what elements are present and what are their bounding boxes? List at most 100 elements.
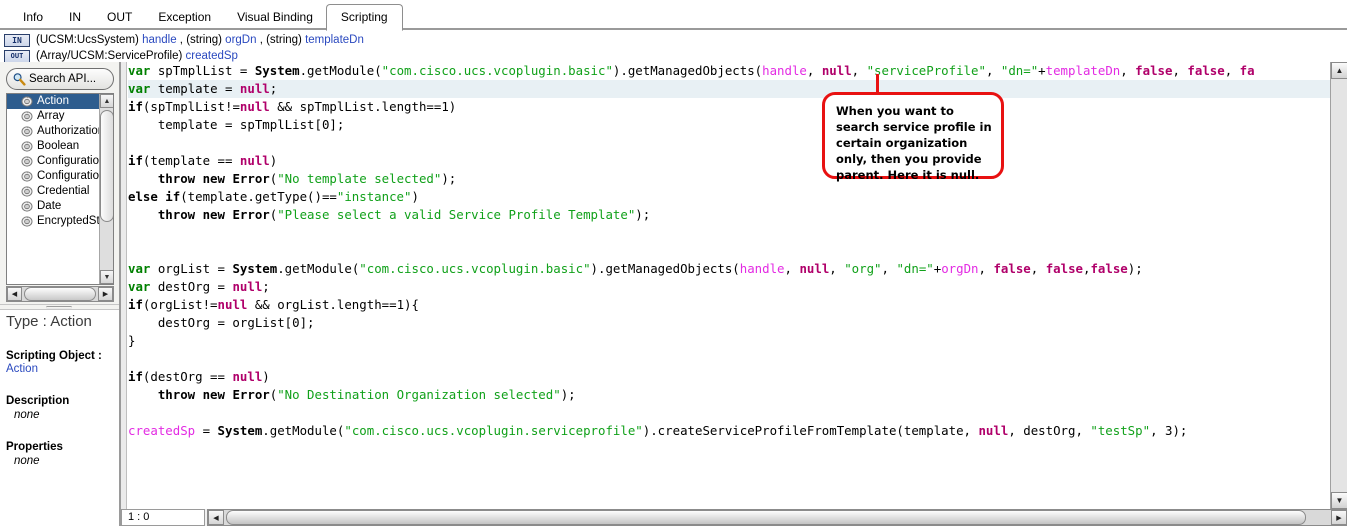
code-token: null <box>239 153 270 168</box>
type-list-item[interactable]: ConfigurationE <box>7 154 113 169</box>
code-token: "instance" <box>336 189 412 204</box>
type-list-item[interactable]: Date <box>7 199 113 214</box>
code-token: , <box>1224 63 1240 78</box>
scripting-type-icon <box>21 96 33 107</box>
code-line[interactable]: } <box>128 332 1334 350</box>
code-line[interactable]: throw new Error("No template selected"); <box>128 170 1334 188</box>
scroll-up-arrow-icon[interactable]: ▲ <box>100 94 113 108</box>
type-list-item[interactable]: Array <box>7 109 113 124</box>
type-title: Type : Action <box>6 313 92 330</box>
code-line[interactable]: var destOrg = null; <box>128 278 1334 296</box>
code-line[interactable]: destOrg = orgList[0]; <box>128 314 1334 332</box>
code-token: ); <box>1127 261 1143 276</box>
scripting-type-icon <box>21 141 33 152</box>
scroll-down-arrow-icon[interactable]: ▼ <box>100 270 113 284</box>
type-list-item[interactable]: Boolean <box>7 139 113 154</box>
code-line[interactable]: var template = null; <box>128 80 1334 98</box>
editor-status-bar: 1 : 0 ◀ ▶ <box>120 509 1347 526</box>
code-token: false <box>1187 63 1225 78</box>
code-line[interactable]: if(orgList!=null && orgList.length==1){ <box>128 296 1334 314</box>
search-icon <box>12 72 26 86</box>
input-param-token-2: , (string) <box>176 34 226 46</box>
input-param-token-1[interactable]: handle <box>142 34 177 46</box>
code-line[interactable]: var spTmplList = System.getModule("com.c… <box>128 62 1334 80</box>
scripting-editor-window: Info IN OUT Exception Visual Binding Scr… <box>0 0 1347 526</box>
editor-hscroll-thumb[interactable] <box>226 510 1306 525</box>
type-list-item-label: Date <box>37 200 62 212</box>
scripting-object-value[interactable]: Action <box>6 363 113 375</box>
tab-visual-binding[interactable]: Visual Binding <box>224 4 326 30</box>
tab-list: Info IN OUT Exception Visual Binding Scr… <box>10 1 403 31</box>
type-list-scroll-thumb[interactable] <box>100 110 113 222</box>
editor-scroll-right-arrow-icon[interactable]: ▶ <box>1331 510 1347 525</box>
code-line[interactable] <box>128 224 1334 242</box>
output-param-token-0: (Array/UCSM:ServiceProfile) <box>36 50 186 62</box>
type-list-vertical-scrollbar[interactable]: ▲ ▼ <box>99 94 113 284</box>
code-token: && spTmplList.length==1) <box>269 99 457 114</box>
scroll-right-arrow-icon[interactable]: ▶ <box>98 287 113 301</box>
code-token: ) <box>269 153 278 168</box>
tab-out[interactable]: OUT <box>94 4 145 30</box>
input-param-token-5[interactable]: templateDn <box>305 34 364 46</box>
code-line[interactable]: createdSp = System.getModule("com.cisco.… <box>128 422 1334 440</box>
tab-scripting[interactable]: Scripting <box>325 4 403 31</box>
code-line[interactable]: throw new Error("No Destination Organiza… <box>128 386 1334 404</box>
code-token: (template.getType()== <box>180 189 337 204</box>
code-token: ).getManagedObjects( <box>612 63 763 78</box>
scripting-type-list[interactable]: Action Array AuthorizationE Boolean Configur… <box>6 93 114 285</box>
input-param-token-3[interactable]: orgDn <box>225 34 256 46</box>
editor-horizontal-scrollbar[interactable]: ◀ ▶ <box>207 509 1347 526</box>
code-token: if <box>128 297 143 312</box>
type-list-item[interactable]: Credential <box>7 184 113 199</box>
code-token: handle <box>739 261 785 276</box>
code-token: (orgList!= <box>142 297 218 312</box>
code-token: false <box>1135 63 1173 78</box>
type-list-hscroll-thumb[interactable] <box>24 287 96 301</box>
code-line[interactable]: if(spTmplList!=null && spTmplList.length… <box>128 98 1334 116</box>
code-token: null <box>232 279 263 294</box>
code-line[interactable]: var orgList = System.getModule("com.cisc… <box>128 260 1334 278</box>
type-list-item-label: Action <box>37 95 69 107</box>
code-line[interactable] <box>128 404 1334 422</box>
code-line[interactable]: else if(template.getType()=="instance") <box>128 188 1334 206</box>
code-token: spTmplList = <box>150 63 255 78</box>
scroll-left-arrow-icon[interactable]: ◀ <box>7 287 22 301</box>
code-token: .getModule( <box>262 423 345 438</box>
tab-bar: Info IN OUT Exception Visual Binding Scr… <box>0 0 1347 31</box>
code-token: null <box>821 63 852 78</box>
code-line[interactable]: if(destOrg == null) <box>128 368 1334 386</box>
tab-exception[interactable]: Exception <box>145 4 224 30</box>
code-token: , <box>881 261 897 276</box>
type-list-item-label: Array <box>37 110 65 122</box>
search-api-button[interactable]: Search API... <box>6 68 114 90</box>
tab-info[interactable]: Info <box>10 4 56 30</box>
code-editor[interactable]: var spTmplList = System.getModule("com.c… <box>120 62 1347 509</box>
tab-in[interactable]: IN <box>56 4 94 30</box>
type-list-item[interactable]: ConfigurationE <box>7 169 113 184</box>
code-line[interactable] <box>128 350 1334 368</box>
code-token: , <box>1030 261 1046 276</box>
code-line[interactable]: if(template == null) <box>128 152 1334 170</box>
code-line[interactable]: template = spTmplList[0]; <box>128 116 1334 134</box>
editor-scroll-up-arrow-icon[interactable]: ▲ <box>1331 62 1347 79</box>
type-list-item[interactable]: AuthorizationE <box>7 124 113 139</box>
editor-scroll-left-arrow-icon[interactable]: ◀ <box>208 510 224 525</box>
annotation-callout: When you want to search service profile … <box>822 92 1004 182</box>
type-list-horizontal-scrollbar[interactable]: ◀ ▶ <box>6 286 114 302</box>
code-line[interactable] <box>128 134 1334 152</box>
type-list-item[interactable]: EncryptedStrin <box>7 214 113 229</box>
editor-gutter <box>121 62 127 509</box>
code-line[interactable] <box>128 242 1334 260</box>
editor-vertical-scrollbar[interactable]: ▲ ▼ <box>1330 62 1347 509</box>
code-token: null <box>799 261 830 276</box>
type-list-item[interactable]: Action <box>7 94 113 109</box>
code-token: (destOrg == <box>142 369 233 384</box>
caret-position-indicator: 1 : 0 <box>121 509 205 526</box>
code-line[interactable]: throw new Error("Please select a valid S… <box>128 206 1334 224</box>
code-token: , <box>851 63 867 78</box>
output-param-token-1[interactable]: createdSp <box>186 50 238 62</box>
scripting-type-icon <box>21 216 33 227</box>
editor-scroll-down-arrow-icon[interactable]: ▼ <box>1331 492 1347 509</box>
code-text-area[interactable]: var spTmplList = System.getModule("com.c… <box>128 62 1334 509</box>
